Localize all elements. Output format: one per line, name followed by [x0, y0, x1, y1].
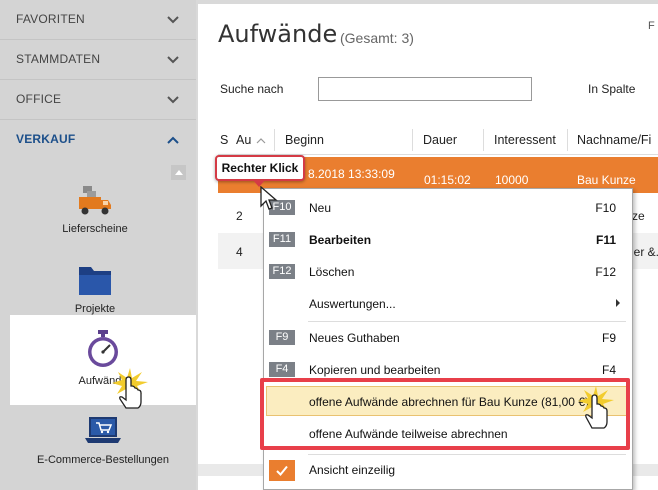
- sidebar-section-stammdaten[interactable]: STAMMDATEN: [0, 40, 196, 80]
- menu-item-label: Neu: [309, 201, 332, 215]
- shortcut-key-badge: F9: [269, 330, 295, 345]
- sidebar-scroll-up-button[interactable]: [171, 165, 186, 180]
- column-separator: [567, 129, 568, 151]
- menu-item-label: Neues Guthaben: [309, 331, 400, 345]
- total-count: (Gesamt: 3): [340, 30, 414, 46]
- menu-item-label: Auswertungen...: [309, 297, 396, 311]
- menu-item-label: Löschen: [309, 265, 355, 279]
- chevron-down-icon: [167, 16, 179, 24]
- truncated-label: F: [648, 20, 655, 32]
- page-title: Aufwände: [218, 20, 338, 48]
- laptop-cart-icon: [85, 417, 121, 443]
- search-input[interactable]: [318, 77, 532, 101]
- table-header: S Au Beginn Dauer Interessent Nachname/F…: [218, 125, 658, 155]
- cell-nachname: Bau Kunze: [577, 173, 636, 187]
- sidebar-item-projekte[interactable]: Projekte: [20, 263, 170, 315]
- menu-item-ansicht-einzeilig[interactable]: Ansicht einzeilig: [264, 455, 632, 485]
- menu-item-shortcut: F9: [601, 331, 616, 345]
- column-header-s[interactable]: S: [220, 133, 228, 147]
- hand-cursor-icon: [578, 386, 614, 429]
- menu-separator: [308, 321, 626, 322]
- menu-item-shortcut: F4: [601, 363, 616, 377]
- submenu-arrow-icon: [616, 299, 620, 307]
- hand-cursor-icon: [112, 368, 148, 409]
- checkmark-icon: [269, 460, 295, 481]
- right-click-badge: Rechter Klick: [215, 155, 305, 181]
- sidebar-item-label: Projekte: [74, 303, 116, 315]
- sidebar-section-label: OFFICE: [16, 92, 62, 106]
- sidebar-section-verkauf[interactable]: VERKAUF: [0, 120, 196, 160]
- shortcut-key-badge: F11: [269, 232, 295, 247]
- column-header-dauer[interactable]: Dauer: [423, 133, 457, 147]
- cell-nr: 4: [236, 245, 243, 259]
- menu-item-label: Bearbeiten: [309, 233, 372, 247]
- sidebar-item-lieferscheine[interactable]: Lieferscheine: [20, 185, 170, 235]
- column-separator: [483, 129, 484, 151]
- menu-item-auswertungen[interactable]: Auswertungen...: [264, 289, 632, 319]
- menu-item-shortcut: F12: [595, 265, 616, 279]
- sidebar-section-label: FAVORITEN: [16, 12, 85, 26]
- sidebar-item-label: Aufwände: [78, 375, 128, 387]
- mouse-pointer-icon: [260, 186, 278, 210]
- cell-beginn: 8.2018 13:33:09: [308, 167, 395, 181]
- column-header-interessent[interactable]: Interessent: [494, 133, 556, 147]
- stopwatch-icon: [88, 330, 118, 367]
- folder-icon: [79, 267, 111, 295]
- cell-interessent: 10000: [495, 173, 529, 187]
- sidebar-section-favoriten[interactable]: FAVORITEN: [0, 0, 196, 40]
- menu-item-shortcut: F11: [595, 233, 616, 247]
- sidebar: FAVORITEN STAMMDATEN OFFICE VERKAUF Lief…: [0, 0, 196, 490]
- sort-ascending-icon: [256, 138, 266, 144]
- search-label: Suche nach: [220, 82, 284, 96]
- column-separator: [274, 129, 275, 151]
- delivery-truck-icon: [79, 186, 111, 215]
- sidebar-section-label: STAMMDATEN: [16, 52, 101, 66]
- column-header-beginn[interactable]: Beginn: [285, 133, 324, 147]
- chevron-down-icon: [167, 56, 179, 64]
- sidebar-section-office[interactable]: OFFICE: [0, 80, 196, 120]
- shortcut-key-badge: F12: [269, 264, 295, 279]
- cell-nr: 2: [236, 209, 243, 223]
- cell-nachname: ier &.: [631, 245, 658, 259]
- sidebar-item-label: Lieferscheine: [62, 223, 128, 235]
- column-separator: [412, 129, 413, 151]
- sidebar-section-label: VERKAUF: [16, 132, 76, 146]
- sidebar-item-aufwaende[interactable]: Aufwände: [10, 315, 196, 405]
- column-header-au[interactable]: Au: [236, 133, 251, 147]
- column-header-nachname[interactable]: Nachname/Fi: [577, 133, 651, 147]
- menu-item-neues-guthaben[interactable]: F9 Neues Guthaben F9: [264, 323, 632, 353]
- menu-item-label: Kopieren und bearbeiten: [309, 363, 441, 377]
- column-filter-label: In Spalte: [588, 82, 636, 96]
- cell-nachname: ze: [632, 209, 645, 223]
- menu-item-shortcut: F10: [595, 201, 616, 215]
- chevron-up-icon: [167, 136, 179, 144]
- menu-item-label: Ansicht einzeilig: [309, 463, 396, 477]
- menu-item-neu[interactable]: F10 Neu F10: [264, 193, 632, 223]
- sidebar-item-label: E-Commerce-Bestellungen: [36, 454, 170, 466]
- chevron-down-icon: [167, 96, 179, 104]
- shortcut-key-badge: F4: [269, 362, 295, 377]
- sidebar-item-e-commerce-bestellungen[interactable]: E-Commerce-Bestellungen: [10, 416, 196, 466]
- menu-item-loeschen[interactable]: F12 Löschen F12: [264, 257, 632, 287]
- cell-dauer: 01:15:02: [424, 173, 471, 187]
- menu-item-bearbeiten[interactable]: F11 Bearbeiten F11: [264, 225, 632, 255]
